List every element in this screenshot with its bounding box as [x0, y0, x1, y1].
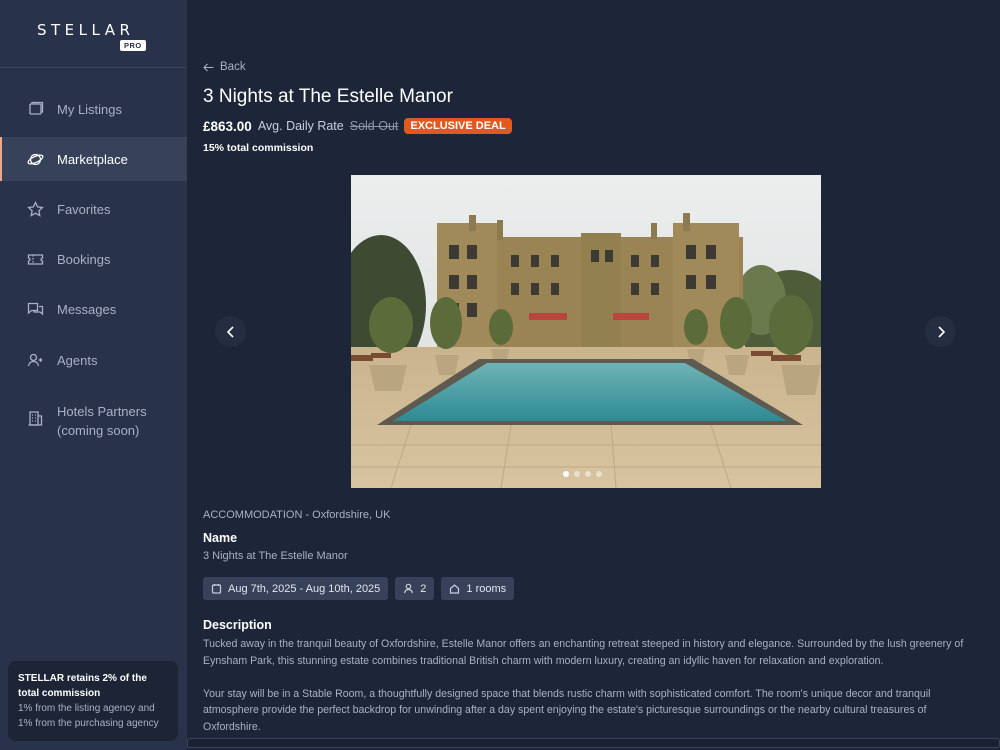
carousel-dot[interactable] [563, 471, 569, 477]
ticket-icon [27, 251, 44, 268]
carousel-dots [563, 471, 602, 477]
carousel-dot[interactable] [596, 471, 602, 477]
listing-detail: Back 3 Nights at The Estelle Manor £863.… [187, 0, 1000, 750]
sidebar-item-messages[interactable]: Messages [0, 299, 187, 319]
sidebar-item-my-listings[interactable]: My Listings [0, 99, 187, 119]
messages-icon [27, 301, 44, 318]
sidebar-item-label: Bookings [57, 251, 111, 267]
rooms-chip: 1 rooms [441, 577, 515, 600]
carousel-prev-button[interactable] [215, 316, 246, 347]
carousel-next-button[interactable] [925, 316, 956, 347]
home-icon [450, 584, 460, 594]
horizontal-scrollbar[interactable] [187, 738, 1000, 748]
sidebar-item-label: Marketplace [57, 151, 128, 167]
listing-category: ACCOMMODATION - Oxfordshire, UK [203, 509, 391, 521]
price-value: £863.00 [203, 118, 252, 134]
listings-icon [27, 101, 44, 118]
rooms-value: 1 rooms [466, 582, 507, 595]
carousel-dot[interactable] [574, 471, 580, 477]
sidebar-item-agents[interactable]: Agents [0, 350, 187, 370]
commission-info-title: STELLAR retains 2% of the total commissi… [18, 673, 147, 699]
sidebar-item-marketplace[interactable]: Marketplace [0, 137, 187, 181]
add-user-icon [27, 352, 44, 369]
listing-photo-carousel[interactable] [351, 175, 821, 488]
commission-info-line: 1% from the purchasing agency [18, 718, 159, 729]
chevron-left-icon [226, 325, 234, 338]
description-text: Tucked away in the tranquil beauty of Ox… [203, 636, 973, 735]
guests-chip: 2 [395, 577, 435, 600]
description-label: Description [203, 618, 272, 632]
name-value: 3 Nights at The Estelle Manor [203, 550, 348, 562]
calendar-icon [211, 584, 222, 594]
app-root: STELLAR PRO My Listings Marketplace Favo… [0, 0, 1000, 750]
commission-info-line: 1% from the listing agency and [18, 703, 155, 714]
sidebar: STELLAR PRO My Listings Marketplace Favo… [0, 0, 187, 750]
deal-badge: EXCLUSIVE DEAL [404, 118, 512, 134]
person-icon [404, 583, 414, 594]
price-row: £863.00 Avg. Daily Rate Sold Out EXCLUSI… [203, 118, 512, 134]
name-label: Name [203, 531, 238, 545]
commission-info-card: STELLAR retains 2% of the total commissi… [8, 661, 178, 741]
back-label: Back [220, 61, 246, 73]
sidebar-item-label: Favorites [57, 201, 111, 217]
dates-value: Aug 7th, 2025 - Aug 10th, 2025 [228, 582, 381, 595]
chevron-right-icon [937, 325, 945, 338]
back-button[interactable]: Back [203, 61, 246, 73]
sidebar-item-label: My Listings [57, 101, 123, 117]
rate-label: Avg. Daily Rate [257, 119, 344, 133]
carousel-dot[interactable] [585, 471, 591, 477]
manor-pool-photo [351, 175, 821, 488]
building-icon [27, 410, 44, 427]
sidebar-item-label: Messages [57, 301, 117, 317]
planet-icon [27, 151, 44, 168]
star-icon [27, 200, 44, 218]
page-title: 3 Nights at The Estelle Manor [203, 86, 453, 107]
sidebar-item-label: Agents [57, 352, 98, 368]
sidebar-item-bookings[interactable]: Bookings [0, 249, 187, 269]
description-paragraph: Your stay will be in a Stable Room, a th… [203, 687, 931, 733]
commission-label: 15% total commission [203, 142, 314, 154]
brand-logo[interactable]: STELLAR PRO [0, 0, 187, 68]
status-badge: Sold Out [349, 119, 399, 133]
brand-name: STELLAR [37, 21, 135, 39]
sidebar-item-hotels-partners[interactable]: Hotels Partners (coming soon) [0, 402, 187, 440]
booking-details: Aug 7th, 2025 - Aug 10th, 2025 2 1 rooms [203, 577, 515, 600]
guests-value: 2 [420, 582, 427, 595]
sidebar-item-label: Hotels Partners (coming soon) [57, 404, 147, 438]
description-paragraph: Tucked away in the tranquil beauty of Ox… [203, 638, 964, 667]
dates-chip: Aug 7th, 2025 - Aug 10th, 2025 [203, 577, 389, 600]
arrow-left-icon [203, 63, 214, 71]
brand-badge: PRO [120, 40, 146, 51]
sidebar-item-favorites[interactable]: Favorites [0, 199, 187, 219]
